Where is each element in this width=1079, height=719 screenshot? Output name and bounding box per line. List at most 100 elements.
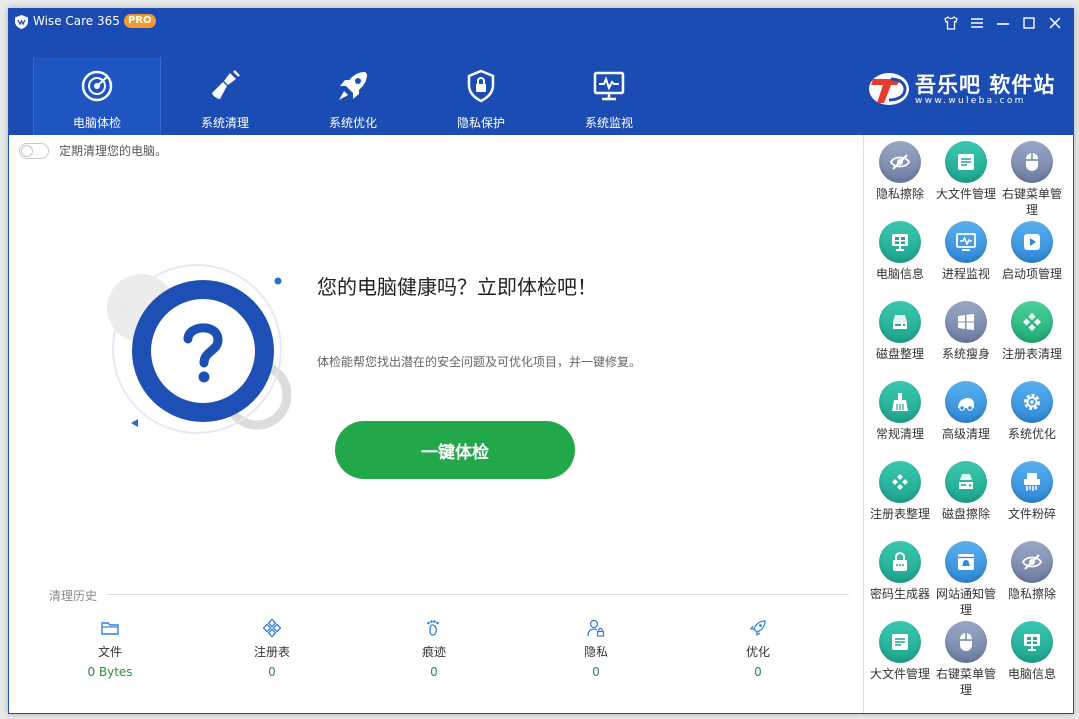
tool-label: 进程监视: [941, 267, 990, 281]
tool-label: 隐私擦除: [1007, 587, 1056, 601]
disk-eraser-icon: [945, 461, 987, 503]
tool-label: 常规清理: [875, 427, 924, 441]
tool-label: 启动项管理: [1001, 267, 1062, 281]
vacuum-icon: [945, 381, 987, 423]
disk-defrag-icon: [879, 301, 921, 343]
shield-lock-icon: [467, 69, 495, 103]
registry-clean-icon: [1011, 301, 1053, 343]
tab-label: 电脑体检: [72, 116, 121, 130]
tool-label: 磁盘擦除: [941, 507, 990, 521]
tab-label: 系统清理: [200, 116, 249, 130]
description: 体检能帮您找出潜在的安全问题及可优化项目，并一键修复。: [317, 355, 642, 369]
stat-label: 优化: [745, 645, 770, 659]
registry-icon: [263, 619, 281, 637]
tool-disk-eraser[interactable]: 磁盘擦除: [933, 461, 999, 541]
tool-system-slimming[interactable]: 系统瘦身: [933, 301, 999, 381]
one-click-checkup-button[interactable]: 一键体检: [335, 421, 575, 479]
stat-value: 0: [268, 665, 276, 679]
tool-process-monitor[interactable]: 进程监视: [933, 221, 999, 301]
tool-startup-manager[interactable]: 启动项管理: [999, 221, 1065, 301]
stat-registry: 注册表 0: [217, 619, 327, 679]
tool-label: 文件粉碎: [1007, 507, 1056, 521]
tool-label: 隐私擦除: [875, 187, 924, 201]
stat-label: 痕迹: [421, 645, 446, 659]
skin-icon[interactable]: [943, 15, 959, 31]
tools-sidebar: 隐私擦除 大文件管理 右键菜单管理 电脑信息 进程监视 启动项管理 磁盘整理 系…: [863, 135, 1073, 713]
schedule-toggle[interactable]: [19, 143, 49, 159]
play-icon: [1011, 221, 1053, 263]
tool-context-menu-manager-2[interactable]: 右键菜单管理: [933, 621, 999, 701]
toggle-knob: [21, 145, 33, 157]
user-lock-icon: [587, 619, 605, 637]
tool-pc-info[interactable]: 电脑信息: [867, 221, 933, 301]
tool-system-optimize[interactable]: 系统优化: [999, 381, 1065, 461]
windows-icon: [945, 301, 987, 343]
divider: [107, 594, 849, 595]
tab-privacy-protect[interactable]: 隐私保护: [417, 57, 545, 135]
tab-system-optimize[interactable]: 系统优化: [289, 57, 417, 135]
registry-defrag-icon: [879, 461, 921, 503]
tool-password-generator[interactable]: 密码生成器: [867, 541, 933, 621]
close-icon[interactable]: [1047, 15, 1063, 31]
minimize-icon[interactable]: [995, 15, 1011, 31]
tool-privacy-eraser[interactable]: 隐私擦除: [867, 141, 933, 221]
mouse-icon: [1011, 141, 1053, 183]
mouse-icon: [945, 621, 987, 663]
tool-label: 注册表清理: [1001, 347, 1062, 361]
pro-badge: PRO: [124, 14, 156, 28]
tool-large-file-manager[interactable]: 大文件管理: [933, 141, 999, 221]
main-panel: 定期清理您的电脑。 您的电脑健康吗？立即体检吧！ 体检能帮您找出潜在的安全问题及…: [9, 135, 863, 713]
tab-system-clean[interactable]: 系统清理: [161, 57, 289, 135]
tool-context-menu-manager[interactable]: 右键菜单管理: [999, 141, 1065, 221]
tab-label: 系统优化: [328, 116, 377, 130]
tab-label: 隐私保护: [456, 116, 505, 130]
broom-icon: [879, 381, 921, 423]
tool-disk-defrag[interactable]: 磁盘整理: [867, 301, 933, 381]
gear-icon: [1011, 381, 1053, 423]
web-notification-icon: [945, 541, 987, 583]
stat-value: 0 Bytes: [87, 665, 133, 679]
tool-web-notification-manager[interactable]: 网站通知管理: [933, 541, 999, 621]
eye-slash-icon: [879, 141, 921, 183]
tool-label: 密码生成器: [869, 587, 930, 601]
eye-slash-icon: [1011, 541, 1053, 583]
tool-large-file-manager-2[interactable]: 大文件管理: [867, 621, 933, 701]
tool-advanced-clean[interactable]: 高级清理: [933, 381, 999, 461]
question-mark-illustration: [107, 264, 291, 434]
stat-optimize: 优化 0: [703, 619, 813, 679]
tool-pc-info-2[interactable]: 电脑信息: [999, 621, 1065, 701]
tool-label: 注册表整理: [869, 507, 930, 521]
tab-label: 系统监视: [584, 116, 633, 130]
tool-registry-defrag[interactable]: 注册表整理: [867, 461, 933, 541]
maximize-icon[interactable]: [1021, 15, 1037, 31]
shredder-icon: [1011, 461, 1053, 503]
title-bar[interactable]: Wise Care 365 PRO: [9, 9, 1073, 37]
app-title: Wise Care 365: [33, 14, 120, 28]
stat-label: 隐私: [583, 645, 608, 659]
tool-label: 右键菜单管理: [1001, 187, 1062, 217]
brand-url: www.wuleba.com: [915, 96, 1026, 106]
stat-label: 注册表: [253, 645, 290, 659]
tool-label: 大文件管理: [869, 667, 930, 681]
monitor-pulse-icon: [593, 71, 625, 101]
headline: 您的电脑健康吗？立即体检吧！: [317, 275, 597, 299]
folder-icon: [101, 622, 119, 635]
tool-registry-cleaner[interactable]: 注册表清理: [999, 301, 1065, 381]
tool-file-shredder[interactable]: 文件粉碎: [999, 461, 1065, 541]
main-nav: 电脑体检 系统清理 系统优化 隐私保护 系统监视: [33, 57, 673, 135]
watermark-logo: 吾乐吧 软件站 www.wuleba.com: [867, 69, 1057, 109]
stat-value: 0: [430, 665, 438, 679]
brand-name: 吾乐吧 软件站: [915, 73, 1056, 97]
tab-pc-checkup[interactable]: 电脑体检: [33, 57, 161, 135]
stat-privacy: 隐私 0: [541, 619, 651, 679]
footprint-icon: [427, 620, 439, 636]
tab-system-monitor[interactable]: 系统监视: [545, 57, 673, 135]
tool-regular-clean[interactable]: 常规清理: [867, 381, 933, 461]
process-monitor-icon: [945, 221, 987, 263]
menu-icon[interactable]: [969, 15, 985, 31]
tool-label: 系统优化: [1007, 427, 1056, 441]
app-logo-icon: [15, 15, 28, 29]
history-title: 清理历史: [49, 589, 98, 603]
tool-privacy-eraser-2[interactable]: 隐私擦除: [999, 541, 1065, 621]
lock-icon: [879, 541, 921, 583]
